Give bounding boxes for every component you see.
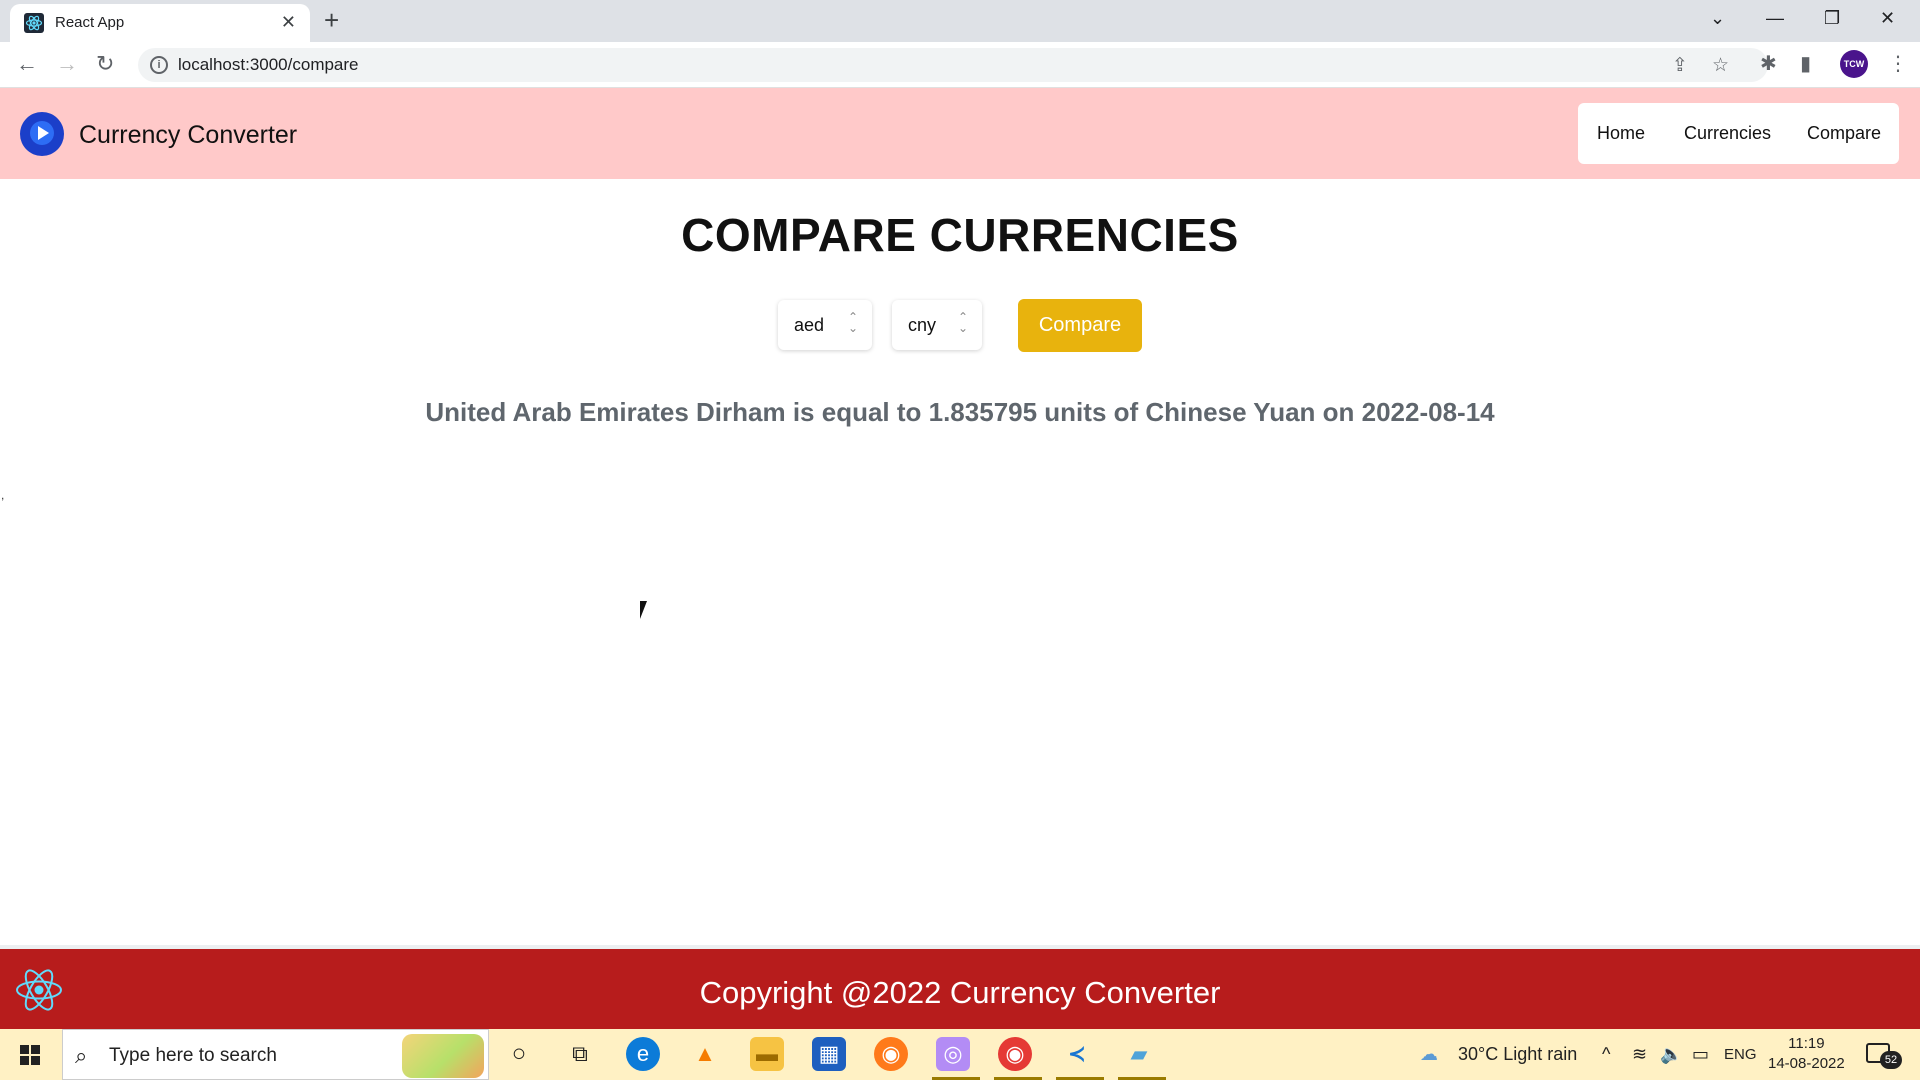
weather-text[interactable]: 30°C Light rain: [1458, 1044, 1577, 1065]
notification-center-icon[interactable]: 52: [1866, 1041, 1902, 1069]
react-favicon-icon: [24, 13, 44, 33]
minimize-button[interactable]: —: [1766, 6, 1784, 30]
to-currency-select[interactable]: cny ⌃ ⌄: [892, 300, 982, 350]
app-header: Currency Converter Home Currencies Compa…: [0, 88, 1920, 179]
app-footer: Copyright @2022 Currency Converter: [0, 949, 1920, 1029]
bookmark-star-icon[interactable]: ☆: [1712, 54, 1729, 77]
nav-currencies[interactable]: Currencies: [1684, 123, 1771, 144]
battery-icon[interactable]: ▭: [1692, 1044, 1709, 1065]
from-currency-value: aed: [794, 315, 825, 335]
notification-count: 52: [1880, 1051, 1902, 1069]
cortana-icon[interactable]: ○: [502, 1037, 536, 1071]
weather-icon: ☁: [1420, 1044, 1438, 1064]
forward-button[interactable]: →: [56, 52, 78, 76]
conversion-result: United Arab Emirates Dirham is equal to …: [425, 397, 1495, 427]
brand-logo-icon[interactable]: [20, 112, 64, 156]
chrome-icon[interactable]: ◉: [998, 1037, 1032, 1071]
to-currency-value: cny: [908, 315, 937, 335]
browser-toolbar: ← → ↻ i localhost:3000/compare ⇪ ☆ ✱ ▮ T…: [0, 42, 1920, 88]
main-nav: Home Currencies Compare: [1578, 103, 1899, 164]
close-tab-icon[interactable]: ✕: [281, 12, 296, 32]
search-highlight-image: [402, 1034, 484, 1078]
search-placeholder: Type here to search: [109, 1045, 277, 1066]
address-bar[interactable]: i localhost:3000/compare ⇪ ☆: [138, 48, 1768, 82]
app-window-icon[interactable]: ▰: [1122, 1037, 1156, 1071]
tab-search-icon[interactable]: ⌄: [1710, 6, 1725, 30]
app-icon[interactable]: ◎: [936, 1037, 970, 1071]
store-icon[interactable]: ▦: [812, 1037, 846, 1071]
extensions-icon[interactable]: ✱: [1760, 52, 1777, 76]
mouse-cursor-icon: [640, 601, 654, 619]
task-view-icon[interactable]: ⧉: [563, 1037, 597, 1071]
search-icon: ⌕: [75, 1043, 88, 1068]
taskbar-search-box[interactable]: ⌕ Type here to search: [62, 1029, 489, 1080]
profile-avatar[interactable]: TCW: [1840, 50, 1868, 78]
chevron-updown-icon: ⌃ ⌄: [957, 310, 968, 335]
vscode-icon[interactable]: ≺: [1060, 1037, 1094, 1071]
nav-compare[interactable]: Compare: [1807, 123, 1881, 144]
share-icon[interactable]: ⇪: [1672, 54, 1688, 77]
chevron-updown-icon: ⌃ ⌄: [847, 310, 858, 335]
compare-button[interactable]: Compare: [1018, 299, 1142, 352]
edge-icon[interactable]: e: [626, 1037, 660, 1071]
side-panel-icon[interactable]: ▮: [1800, 52, 1811, 76]
tab-title: React App: [55, 14, 125, 31]
clock-date: 14-08-2022: [1768, 1055, 1845, 1072]
windows-taskbar: ⌕ Type here to search ○ ⧉ e ▲ ▬ ▦ ◉ ◎ ◉ …: [0, 1029, 1920, 1080]
volume-icon[interactable]: 🔈: [1660, 1044, 1682, 1065]
close-window-button[interactable]: ✕: [1880, 6, 1895, 30]
windows-start-icon[interactable]: [20, 1045, 40, 1065]
reload-button[interactable]: ↻: [96, 52, 114, 76]
firefox-icon[interactable]: ◉: [874, 1037, 908, 1071]
taskbar-clock[interactable]: 11:19 14-08-2022: [1768, 1034, 1845, 1074]
file-explorer-icon[interactable]: ▬: [750, 1037, 784, 1071]
wifi-icon[interactable]: ≋: [1632, 1044, 1647, 1065]
site-info-icon[interactable]: i: [150, 56, 168, 74]
copyright-text: Copyright @2022 Currency Converter: [699, 975, 1221, 1010]
browser-tab[interactable]: React App ✕: [10, 4, 310, 42]
restore-button[interactable]: ❐: [1824, 6, 1840, 30]
new-tab-button[interactable]: +: [324, 6, 339, 34]
url-text: localhost:3000/compare: [178, 55, 359, 74]
page-title: COMPARE CURRENCIES: [681, 209, 1239, 261]
back-button[interactable]: ←: [16, 52, 38, 76]
stray-mark: ,: [1, 488, 5, 502]
nav-home[interactable]: Home: [1597, 123, 1645, 144]
brand-name[interactable]: Currency Converter: [79, 121, 297, 150]
from-currency-select[interactable]: aed ⌃ ⌄: [778, 300, 872, 350]
show-hidden-icons[interactable]: ^: [1602, 1044, 1610, 1065]
language-indicator[interactable]: ENG: [1724, 1046, 1757, 1063]
menu-kebab-icon[interactable]: ⋮: [1888, 52, 1908, 76]
clock-time: 11:19: [1788, 1035, 1825, 1052]
browser-tab-bar: React App ✕ + ⌄ — ❐ ✕: [0, 0, 1920, 42]
vlc-icon[interactable]: ▲: [688, 1037, 722, 1071]
